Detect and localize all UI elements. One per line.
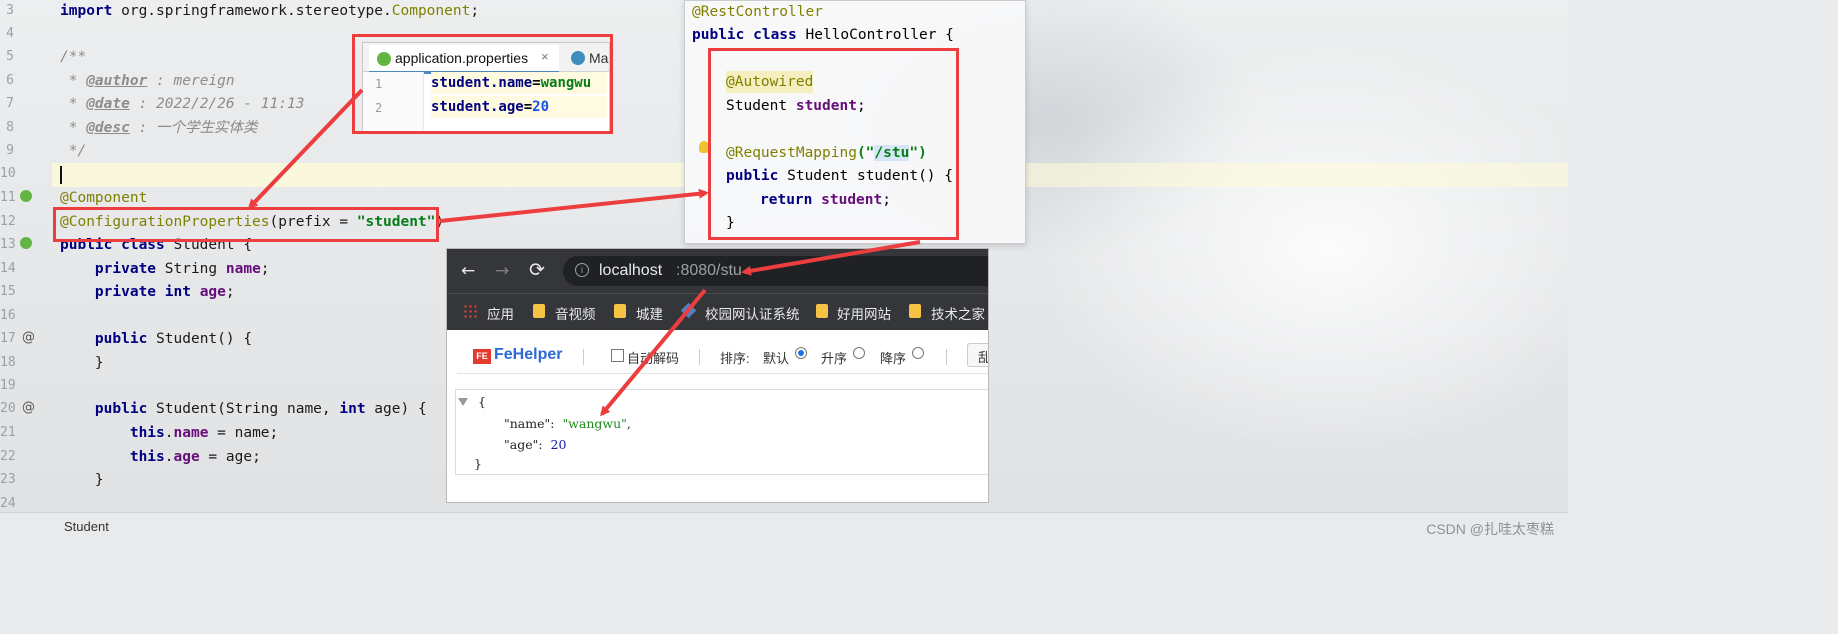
arrow-annotation-to-controller <box>439 188 709 223</box>
status-bar: Student CSDN @扎哇太枣糕 <box>0 512 1568 542</box>
arrow-props-to-annotation <box>247 88 364 210</box>
annotation-arrows <box>247 88 921 417</box>
arrow-url-to-json <box>600 288 707 417</box>
arrow-controller-to-url <box>741 240 921 276</box>
breadcrumb-file[interactable]: Student <box>64 519 109 534</box>
watermark: CSDN @扎哇太枣糕 <box>1426 521 1554 537</box>
